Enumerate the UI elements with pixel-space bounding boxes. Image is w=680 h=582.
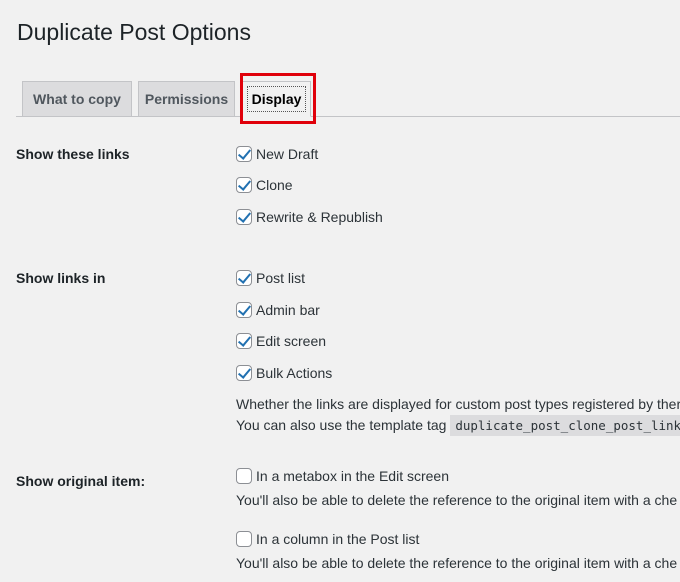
tab-display[interactable]: Display	[242, 81, 311, 117]
option-label: Edit screen	[256, 333, 327, 349]
option-label: Rewrite & Republish	[256, 209, 383, 225]
show-these-links-label: Show these links	[16, 146, 130, 162]
checkbox-clone[interactable]: Clone	[236, 175, 293, 195]
option-label: Admin bar	[256, 302, 320, 318]
checkbox-column-post-list[interactable]: In a column in the Post list	[236, 529, 419, 549]
checkbox-bulk-actions[interactable]: Bulk Actions	[236, 363, 332, 383]
template-tag-code: duplicate_post_clone_post_link(	[450, 415, 680, 436]
checkbox-checked-icon[interactable]	[236, 365, 252, 381]
checkbox-checked-icon[interactable]	[236, 270, 252, 286]
checkbox-admin-bar[interactable]: Admin bar	[236, 300, 320, 320]
show-links-in-label: Show links in	[16, 270, 106, 286]
tab-display-label: Display	[251, 91, 302, 107]
checkbox-checked-icon[interactable]	[236, 146, 252, 162]
metabox-description: You'll also be able to delete the refere…	[236, 492, 678, 508]
checkbox-checked-icon[interactable]	[236, 302, 252, 318]
checkbox-checked-icon[interactable]	[236, 333, 252, 349]
option-label: Clone	[256, 177, 293, 193]
option-label: New Draft	[256, 146, 319, 162]
show-original-item-label: Show original item:	[16, 473, 146, 489]
checkbox-rewrite-republish[interactable]: Rewrite & Republish	[236, 207, 383, 227]
option-label: In a metabox in the Edit screen	[256, 468, 449, 484]
checkbox-checked-icon[interactable]	[236, 209, 252, 225]
option-label: In a column in the Post list	[256, 531, 420, 547]
checkbox-edit-screen[interactable]: Edit screen	[236, 331, 326, 351]
checkbox-unchecked-icon[interactable]	[236, 531, 252, 547]
tab-permissions[interactable]: Permissions	[138, 81, 235, 117]
template-tag-description: You can also use the template tag duplic…	[236, 415, 680, 436]
checkbox-new-draft[interactable]: New Draft	[236, 144, 318, 164]
checkbox-unchecked-icon[interactable]	[236, 468, 252, 484]
tab-what-to-copy[interactable]: What to copy	[22, 81, 132, 117]
column-description: You'll also be able to delete the refere…	[236, 555, 678, 571]
checkbox-post-list[interactable]: Post list	[236, 268, 305, 288]
duplicate-post-options-page: Duplicate Post Options What to copy Perm…	[0, 0, 680, 582]
option-label: Post list	[256, 270, 306, 286]
checkbox-checked-icon[interactable]	[236, 177, 252, 193]
page-title: Duplicate Post Options	[17, 19, 251, 45]
option-label: Bulk Actions	[256, 365, 333, 381]
template-tag-text: You can also use the template tag	[236, 417, 447, 433]
show-links-in-description: Whether the links are displayed for cust…	[236, 396, 680, 412]
checkbox-metabox-edit-screen[interactable]: In a metabox in the Edit screen	[236, 466, 449, 486]
